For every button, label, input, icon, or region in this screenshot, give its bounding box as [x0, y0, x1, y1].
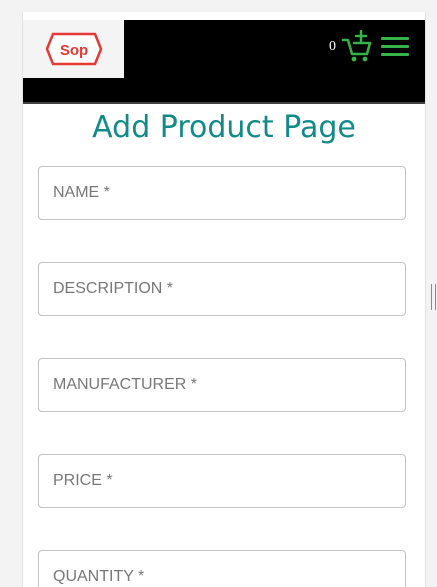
shop-logo[interactable]: Sop — [23, 20, 124, 78]
resize-handle[interactable] — [431, 284, 436, 310]
cart-count: 0 — [329, 39, 336, 54]
manufacturer-field[interactable] — [38, 358, 406, 412]
price-field[interactable] — [38, 454, 406, 508]
manufacturer-input[interactable] — [39, 359, 405, 411]
description-field[interactable] — [38, 262, 406, 316]
price-input[interactable] — [39, 455, 405, 507]
cart-button[interactable]: 0 — [329, 30, 373, 66]
menu-bar — [381, 37, 409, 40]
app-frame: Sop 0 Add Product Page — [22, 12, 426, 587]
add-to-cart-icon — [341, 30, 372, 62]
shop-logo-icon: Sop — [45, 32, 102, 66]
quantity-input[interactable] — [39, 551, 405, 587]
quantity-field[interactable] — [38, 550, 406, 587]
menu-bar — [381, 45, 409, 48]
description-input[interactable] — [39, 263, 405, 315]
name-input[interactable] — [39, 167, 405, 219]
logo-text: Sop — [59, 42, 87, 59]
page-title: Add Product Page — [92, 110, 356, 145]
navbar: Sop 0 — [23, 20, 425, 104]
menu-bar — [381, 53, 409, 56]
top-strip — [23, 12, 425, 20]
name-field[interactable] — [38, 166, 406, 220]
hamburger-menu-icon[interactable] — [381, 37, 409, 59]
